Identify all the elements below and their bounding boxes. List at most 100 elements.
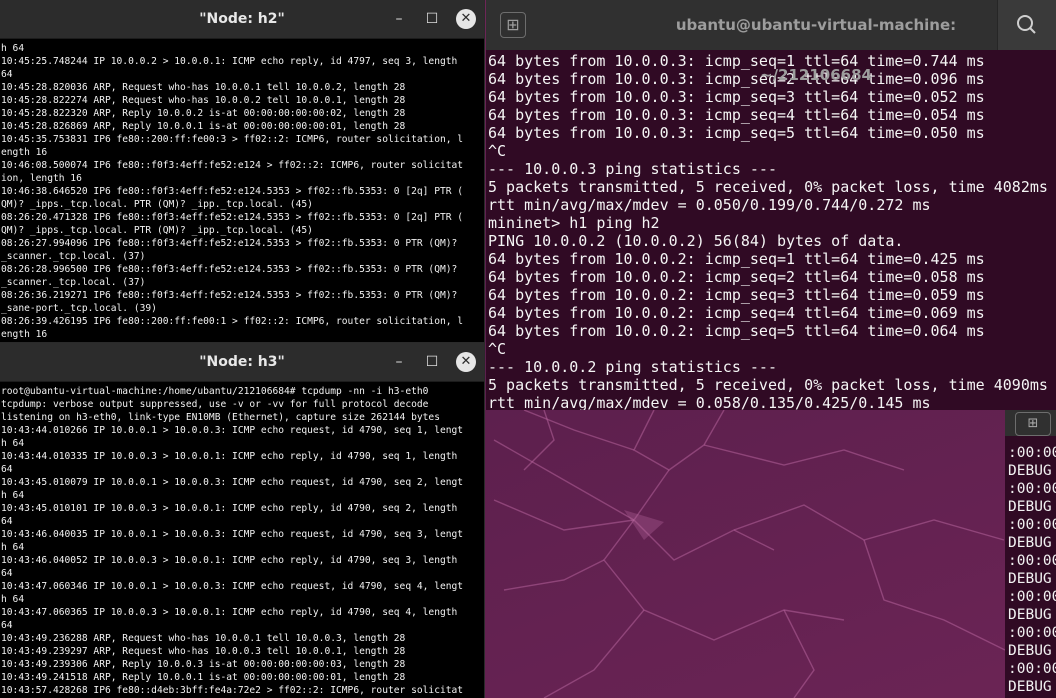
terminal-line: 08:26:39.426195 IP6 fe80::200:ff:fe00:1 … <box>1 316 464 327</box>
partial-terminal-window[interactable]: ⊞ :00:00 DEBUG:00:00 DEBUG:00:00 DEBUG:00:0… <box>1005 410 1056 698</box>
titlebar-h3[interactable]: "Node: h3" – ☐ ✕ <box>0 343 484 382</box>
terminal-line: ^C <box>488 340 507 358</box>
terminal-output-main[interactable]: 64 bytes from 10.0.0.3: icmp_seq=1 ttl=6… <box>486 50 1056 410</box>
terminal-line: 10:43:44.010266 IP 10.0.0.1 > 10.0.0.3: … <box>1 425 464 436</box>
terminal-line: DEBUG <box>1008 679 1052 695</box>
terminal-line: _scanner._tcp.local. (37) <box>1 277 146 288</box>
terminal-line: 10:45:28.820036 ARP, Request who-has 10.… <box>1 82 406 93</box>
terminal-line: 10:43:46.040052 IP 10.0.0.3 > 10.0.0.1: … <box>1 555 458 566</box>
terminal-line: 64 bytes from 10.0.0.2: icmp_seq=3 ttl=6… <box>488 286 985 304</box>
terminal-line: :00:00 <box>1008 625 1056 641</box>
terminal-line: :00:00 <box>1008 445 1056 461</box>
terminal-line: 10:46:08.500074 IP6 fe80::f0f3:4eff:fe52… <box>1 160 464 171</box>
terminal-line: :00:00 <box>1008 517 1056 533</box>
wallpaper-lines <box>493 410 1005 698</box>
terminal-line: 10:45:28.826869 ARP, Reply 10.0.0.1 is-a… <box>1 121 406 132</box>
xterm-window-h2[interactable]: "Node: h2" – ☐ ✕ h 64 10:45:25.748244 IP … <box>0 0 484 343</box>
terminal-line: DEBUG <box>1008 571 1052 587</box>
terminal-line: rtt min/avg/max/mdev = 0.050/0.199/0.744… <box>488 196 931 214</box>
terminal-line: 08:26:36.219271 IP6 fe80::f0f3:4eff:fe52… <box>1 290 458 301</box>
xterm-window-h3[interactable]: "Node: h3" – ☐ ✕ root@ubantu-virtual-mac… <box>0 343 484 698</box>
terminal-line: 08:26:28.996500 IP6 fe80::f0f3:4eff:fe52… <box>1 264 458 275</box>
terminal-line: ength 16 <box>1 329 48 340</box>
new-tab-icon[interactable]: ⊞ <box>500 12 526 38</box>
terminal-line: PING 10.0.0.2 (10.0.0.2) 56(84) bytes of… <box>488 232 904 250</box>
terminal-line: 10:45:25.748244 IP 10.0.0.2 > 10.0.0.1: … <box>1 56 458 67</box>
terminal-line: root@ubantu-virtual-machine:/home/ubantu… <box>1 386 429 397</box>
terminal-line: 10:43:45.010079 IP 10.0.0.1 > 10.0.0.3: … <box>1 477 464 488</box>
terminal-line: 08:26:27.994096 IP6 fe80::f0f3:4eff:fe52… <box>1 238 458 249</box>
terminal-line: 10:43:49.241518 ARP, Reply 10.0.0.1 is-a… <box>1 672 406 683</box>
main-terminal-window[interactable]: ⊞ ubantu@ubantu-virtual-machine: ~/21210… <box>486 0 1056 410</box>
window-title-h2: "Node: h2" <box>199 11 285 27</box>
terminal-line: 64 bytes from 10.0.0.2: icmp_seq=4 ttl=6… <box>488 304 985 322</box>
terminal-line: DEBUG <box>1008 607 1052 623</box>
terminal-line: 64 bytes from 10.0.0.2: icmp_seq=5 ttl=6… <box>488 322 985 340</box>
terminal-line: mininet> h1 ping h2 <box>488 214 660 232</box>
terminal-line: :00:00 <box>1008 481 1056 497</box>
terminal-line: 10:43:44.010335 IP 10.0.0.3 > 10.0.0.1: … <box>1 451 458 462</box>
window-title-h3: "Node: h3" <box>199 354 285 370</box>
terminal-output-h3[interactable]: root@ubantu-virtual-machine:/home/ubantu… <box>0 382 484 697</box>
terminal-output-partial[interactable]: :00:00 DEBUG :00:00 DEBUG :00:00 DEBUG :00:00 D… <box>1005 436 1056 698</box>
new-tab-icon[interactable]: ⊞ <box>1015 412 1051 436</box>
search-button[interactable] <box>997 0 1056 50</box>
terminal-line: 10:45:28.822274 ARP, Request who-has 10.… <box>1 95 406 106</box>
terminal-line: QM)? _ipps._tcp.local. PTR (QM)? _ipp._t… <box>1 225 313 236</box>
search-icon <box>1017 15 1036 34</box>
terminal-line: _scanner._tcp.local. (37) <box>1 251 146 262</box>
partial-terminal-headerbar[interactable]: ⊞ <box>1005 410 1056 436</box>
terminal-line: DEBUG <box>1008 499 1052 515</box>
terminal-output-h2[interactable]: h 64 10:45:25.748244 IP 10.0.0.2 > 10.0.0… <box>0 39 484 341</box>
terminal-line: 64 <box>1 568 13 579</box>
terminal-line: --- 10.0.0.3 ping statistics --- <box>488 160 777 178</box>
terminal-line: ^C <box>488 142 507 160</box>
terminal-line: 10:43:49.236288 ARP, Request who-has 10.… <box>1 633 406 644</box>
terminal-line: DEBUG <box>1008 535 1052 551</box>
terminal-line: 64 <box>1 620 13 631</box>
terminal-line: 64 bytes from 10.0.0.3: icmp_seq=4 ttl=6… <box>488 106 985 124</box>
terminal-line: tcpdump: verbose output suppressed, use … <box>1 399 429 410</box>
terminal-line: _sane-port._tcp.local. (39) <box>1 303 157 314</box>
terminal-line: 64 bytes from 10.0.0.2: icmp_seq=1 ttl=6… <box>488 250 985 268</box>
close-icon[interactable]: ✕ <box>456 352 476 372</box>
terminal-line: 10:45:28.822320 ARP, Reply 10.0.0.2 is-a… <box>1 108 406 119</box>
terminal-line: 64 bytes from 10.0.0.2: icmp_seq=2 ttl=6… <box>488 268 985 286</box>
terminal-line: rtt min/avg/max/mdev = 0.058/0.135/0.425… <box>488 394 931 410</box>
close-icon[interactable]: ✕ <box>456 9 476 29</box>
terminal-line: ength 16 <box>1 147 48 158</box>
terminal-line: 10:46:38.646520 IP6 fe80::f0f3:4eff:fe52… <box>1 186 464 197</box>
terminal-line: 64 bytes from 10.0.0.3: icmp_seq=5 ttl=6… <box>488 124 985 142</box>
terminal-line: DEBUG <box>1008 463 1052 479</box>
terminal-line: 10:43:46.040035 IP 10.0.0.1 > 10.0.0.3: … <box>1 529 464 540</box>
terminal-title: ubantu@ubantu-virtual-machine: ~/2121066… <box>675 16 957 84</box>
terminal-line: h 64 <box>1 43 25 54</box>
terminal-line: h 64 <box>1 490 25 501</box>
terminal-line: 5 packets transmitted, 5 received, 0% pa… <box>488 178 1048 196</box>
maximize-icon[interactable]: ☐ <box>422 352 442 372</box>
terminal-line: --- 10.0.0.2 ping statistics --- <box>488 358 777 376</box>
terminal-line: 5 packets transmitted, 5 received, 0% pa… <box>488 376 1048 394</box>
terminal-headerbar[interactable]: ⊞ ubantu@ubantu-virtual-machine: ~/21210… <box>486 0 1056 84</box>
terminal-line: 64 <box>1 464 13 475</box>
terminal-line: 10:43:47.060346 IP 10.0.0.1 > 10.0.0.3: … <box>1 581 464 592</box>
terminal-line: 10:43:49.239297 ARP, Request who-has 10.… <box>1 646 406 657</box>
terminal-line: ion, length 16 <box>1 173 82 184</box>
terminal-line: 10:43:45.010101 IP 10.0.0.3 > 10.0.0.1: … <box>1 503 458 514</box>
terminal-line: 10:43:57.428268 IP6 fe80::d4eb:3bff:fe4a… <box>1 685 464 696</box>
terminal-line: h 64 <box>1 594 25 605</box>
terminal-line: 64 <box>1 69 13 80</box>
terminal-line: :00:00 <box>1008 553 1056 569</box>
terminal-line: h 64 <box>1 438 25 449</box>
minimize-icon[interactable]: – <box>389 9 409 29</box>
terminal-line: 64 <box>1 516 13 527</box>
maximize-icon[interactable]: ☐ <box>422 9 442 29</box>
terminal-line: listening on h3-eth0, link-type EN10MB (… <box>1 412 440 423</box>
titlebar-h2[interactable]: "Node: h2" – ☐ ✕ <box>0 0 484 39</box>
terminal-line: 08:26:20.471328 IP6 fe80::f0f3:4eff:fe52… <box>1 212 464 223</box>
terminal-line: 10:43:49.239306 ARP, Reply 10.0.0.3 is-a… <box>1 659 406 670</box>
terminal-line: 10:43:47.060365 IP 10.0.0.3 > 10.0.0.1: … <box>1 607 458 618</box>
minimize-icon[interactable]: – <box>389 352 409 372</box>
terminal-line: 10:45:35.753831 IP6 fe80::200:ff:fe00:3 … <box>1 134 464 145</box>
terminal-line: :00:00 <box>1008 589 1056 605</box>
